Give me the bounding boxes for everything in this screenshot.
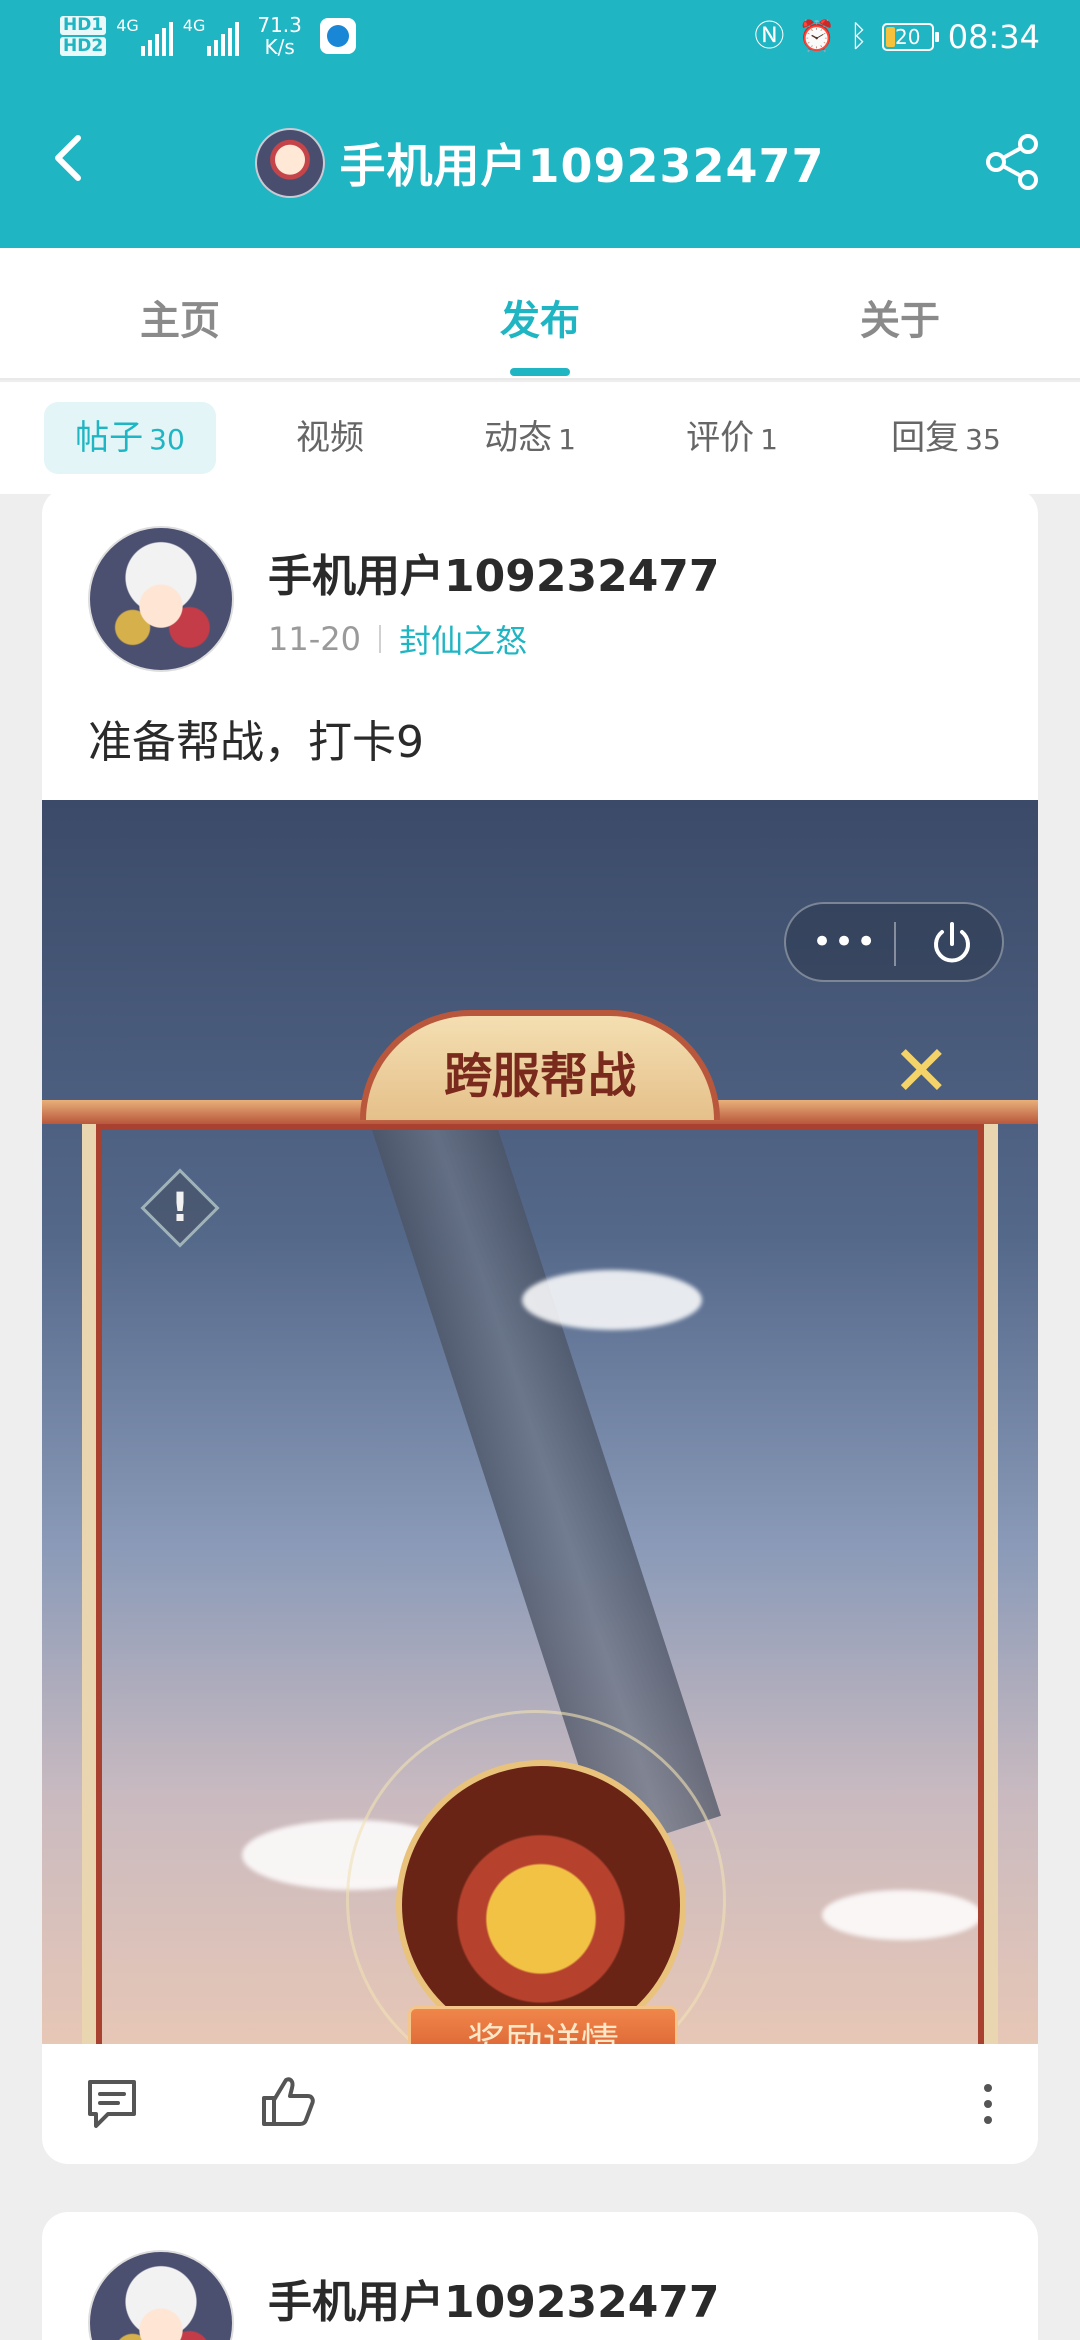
avatar[interactable] bbox=[88, 2250, 234, 2340]
active-tab-indicator bbox=[510, 368, 570, 376]
post-text: 准备帮战，打卡9 bbox=[88, 717, 424, 768]
signal-bars-icon bbox=[140, 22, 173, 56]
chip-posts[interactable]: 帖子 30 bbox=[44, 402, 216, 474]
profile-title: 手机用户109232477 bbox=[0, 128, 1080, 198]
status-bar: HD1 HD2 4G 4G 71.3 K/s Ⓝ ⏰ ᛒ 20 08:34 bbox=[0, 0, 1080, 80]
bluetooth-icon: ᛒ bbox=[849, 19, 868, 54]
post-card[interactable]: 手机用户109232477 11-20 封仙之怒 准备帮战，打卡9 跨服帮战 •… bbox=[42, 488, 1038, 2164]
alarm-icon: ⏰ bbox=[798, 19, 836, 54]
network-speed: 71.3 K/s bbox=[257, 13, 302, 59]
chip-moments[interactable]: 动态 1 bbox=[450, 402, 610, 474]
thumbs-up-icon[interactable] bbox=[258, 2072, 318, 2132]
share-icon[interactable] bbox=[982, 132, 1042, 192]
network-type-2: 4G bbox=[182, 16, 206, 35]
chip-videos[interactable]: 视频 bbox=[250, 402, 410, 474]
post-date: 11-20 bbox=[268, 620, 361, 658]
game-banner-title: 跨服帮战 bbox=[360, 1010, 720, 1120]
treasure-chest-graphic bbox=[396, 1760, 686, 2044]
signal-2: 4G bbox=[183, 16, 240, 56]
content-filter: 帖子 30 视频 动态 1 评价 1 回复 35 bbox=[0, 382, 1080, 494]
more-vertical-icon[interactable] bbox=[980, 2080, 996, 2128]
signal-bars-icon bbox=[207, 22, 240, 56]
close-icon: ✕ bbox=[892, 1030, 951, 1112]
miniprogram-capsule: ••• bbox=[784, 902, 1004, 982]
more-icon: ••• bbox=[812, 922, 879, 962]
page-title: 手机用户109232477 bbox=[339, 139, 825, 193]
hd-1: HD1 bbox=[60, 16, 107, 35]
status-left: HD1 HD2 4G 4G 71.3 K/s bbox=[60, 14, 356, 58]
comment-icon[interactable] bbox=[82, 2074, 142, 2134]
app-header: HD1 HD2 4G 4G 71.3 K/s Ⓝ ⏰ ᛒ 20 08:34 手机… bbox=[0, 0, 1080, 248]
avatar bbox=[255, 128, 326, 198]
nfc-icon: Ⓝ bbox=[754, 19, 785, 54]
signal-1: 4G bbox=[116, 16, 173, 56]
reward-details-label: 奖励详情 bbox=[408, 2006, 678, 2044]
title-bar: 手机用户109232477 bbox=[0, 110, 1080, 220]
post-card[interactable]: 手机用户109232477 bbox=[42, 2212, 1038, 2340]
status-right: Ⓝ ⏰ ᛒ 20 08:34 bbox=[754, 18, 1040, 56]
chip-reviews[interactable]: 评价 1 bbox=[652, 402, 812, 474]
post-actions bbox=[42, 2044, 1038, 2164]
battery-icon: 20 bbox=[881, 23, 939, 51]
hd-indicator: HD1 HD2 bbox=[60, 14, 107, 58]
tab-publish[interactable]: 发布 bbox=[440, 288, 640, 346]
avatar[interactable] bbox=[88, 526, 234, 672]
post-author[interactable]: 手机用户109232477 bbox=[268, 2266, 720, 2330]
post-image[interactable]: 跨服帮战 ••• ✕ ! 奖励详情 bbox=[42, 800, 1038, 2044]
tab-about[interactable]: 关于 bbox=[800, 288, 1000, 346]
main-tabs: 主页 发布 关于 bbox=[0, 248, 1080, 380]
hd-2: HD2 bbox=[60, 37, 107, 56]
app-notification-icon bbox=[319, 18, 356, 54]
post-meta: 11-20 封仙之怒 bbox=[268, 616, 527, 662]
chip-replies[interactable]: 回复 35 bbox=[856, 402, 1036, 474]
network-type-1: 4G bbox=[116, 16, 139, 35]
post-author[interactable]: 手机用户109232477 bbox=[268, 540, 720, 604]
power-icon bbox=[934, 922, 970, 963]
divider bbox=[378, 625, 381, 653]
clock: 08:34 bbox=[947, 18, 1040, 56]
post-game-link[interactable]: 封仙之怒 bbox=[399, 616, 527, 662]
tab-home[interactable]: 主页 bbox=[80, 288, 280, 346]
